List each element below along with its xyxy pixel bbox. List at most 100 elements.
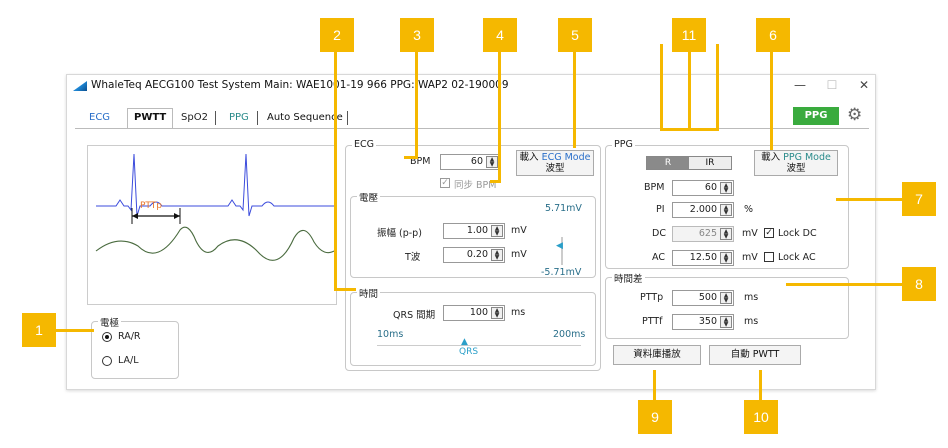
callout-9-leader <box>653 370 656 402</box>
qrs-interval-unit: ms <box>511 307 526 318</box>
callout-3-leader <box>415 44 418 158</box>
toggle-ir[interactable]: IR <box>689 157 731 169</box>
tab-separator <box>257 111 258 125</box>
callout-6-leader <box>770 44 773 150</box>
callout-11: 11 <box>672 18 706 52</box>
spinner-icon[interactable]: ▲ ▼ <box>720 182 732 194</box>
sync-bpm-checkbox[interactable]: ✓ <box>440 178 450 188</box>
spinner-icon[interactable]: ▲ ▼ <box>491 249 503 261</box>
qrs-max-label: 200ms <box>553 329 586 340</box>
ac-label: AC <box>652 252 665 263</box>
tab-spo2[interactable]: SpO2 <box>175 109 214 127</box>
close-button[interactable]: ✕ <box>855 77 873 93</box>
callout-3-leader-h <box>404 156 418 159</box>
callout-1-leader <box>56 329 94 332</box>
callout-9: 9 <box>638 400 672 434</box>
callout-11-leader-right <box>716 44 719 130</box>
dc-unit: mV <box>742 228 758 239</box>
spinner-icon[interactable]: ▲ ▼ <box>720 228 732 240</box>
timing-title: 時間差 <box>612 271 645 285</box>
ppg-group: PPG R IR 載入 PPG Mode 波型 BPM 60 ▲ ▼ PI 2.000… <box>605 139 849 269</box>
amplitude-label: 振幅 (p-p) <box>377 228 422 239</box>
pttf-input[interactable]: 350 ▲ ▼ <box>672 314 734 330</box>
maximize-button[interactable]: ☐ <box>823 77 841 93</box>
qrs-interval-input[interactable]: 100 ▲ ▼ <box>443 305 505 321</box>
callout-2-leader <box>334 44 337 290</box>
tab-ppg[interactable]: PPG <box>223 109 255 127</box>
load-ecg-mode-button[interactable]: 載入 ECG Mode 波型 <box>516 150 594 176</box>
spinner-icon[interactable]: ▲ ▼ <box>491 307 503 319</box>
spinner-icon[interactable]: ▲ ▼ <box>491 225 503 237</box>
lock-ac-checkbox[interactable] <box>764 252 774 262</box>
qrs-slider-thumb-icon[interactable]: ▲ <box>461 337 468 347</box>
gear-icon[interactable]: ⚙ <box>847 106 862 124</box>
tab-pwtt[interactable]: PWTT <box>127 108 174 128</box>
radio-la-l[interactable] <box>102 356 112 366</box>
amplitude-slider-thumb-icon[interactable]: ◀ <box>556 241 563 251</box>
load-ppg-mode-button[interactable]: 載入 PPG Mode 波型 <box>754 150 838 176</box>
spinner-icon[interactable]: ▲ ▼ <box>720 316 732 328</box>
dc-input[interactable]: 625 ▲ ▼ <box>672 226 734 242</box>
radio-ra-r[interactable] <box>102 332 112 342</box>
lock-dc-label: Lock DC <box>778 228 817 239</box>
ppg-bpm-input[interactable]: 60 ▲ ▼ <box>672 180 734 196</box>
qrs-min-label: 10ms <box>377 329 404 340</box>
callout-4-leader-h <box>490 180 501 183</box>
voltage-bottom-scale: -5.71mV <box>541 267 582 278</box>
ecg-bpm-input[interactable]: 60 ▲ ▼ <box>440 154 500 170</box>
spinner-icon[interactable]: ▲ ▼ <box>720 292 732 304</box>
callout-7: 7 <box>902 182 936 216</box>
radio-ra-r-label: RA/R <box>118 331 141 342</box>
callout-4: 4 <box>483 18 517 52</box>
app-window: WhaleTeq AECG100 Test System Main: WAE10… <box>66 74 876 390</box>
whaleteq-logo-icon <box>73 81 87 91</box>
toggle-r[interactable]: R <box>647 157 689 169</box>
pttp-wave-label: PTTp <box>140 201 162 211</box>
minimize-button[interactable]: — <box>791 77 809 93</box>
voltage-top-scale: 5.71mV <box>545 203 582 214</box>
callout-11-leader-left <box>660 44 663 130</box>
ecg-voltage-group: 電壓 5.71mV 振幅 (p-p) 1.00 ▲ ▼ mV ◀ T波 0.20 ▲ ▼… <box>350 190 596 278</box>
lock-dc-checkbox[interactable]: ✓ <box>764 228 774 238</box>
spinner-icon[interactable]: ▲ ▼ <box>720 204 732 216</box>
title-bar: WhaleTeq AECG100 Test System Main: WAE10… <box>67 75 875 97</box>
electrode-title: 電極 <box>98 315 122 329</box>
voltage-title: 電壓 <box>357 190 381 204</box>
pttp-input[interactable]: 500 ▲ ▼ <box>672 290 734 306</box>
ppg-timing-group: 時間差 PTTp 500 ▲ ▼ ms PTTf 350 ▲ ▼ ms <box>605 271 849 339</box>
spinner-icon[interactable]: ▲ ▼ <box>486 156 498 168</box>
pttf-label: PTTf <box>642 316 663 327</box>
amplitude-unit: mV <box>511 225 527 236</box>
r-ir-toggle[interactable]: R IR <box>646 156 732 170</box>
ac-unit: mV <box>742 252 758 263</box>
qrs-slider-track[interactable] <box>377 345 581 346</box>
pttp-label: PTTp <box>640 292 664 303</box>
pttp-arrow-head-left <box>132 213 138 219</box>
pi-input[interactable]: 2.000 ▲ ▼ <box>672 202 734 218</box>
ecg-group: ECG BPM 60 ▲ ▼ 載入 ECG Mode 波型 ✓ 同步 BPM 電壓 5… <box>345 139 601 371</box>
callout-10: 10 <box>744 400 778 434</box>
ac-input[interactable]: 12.50 ▲ ▼ <box>672 250 734 266</box>
amplitude-input[interactable]: 1.00 ▲ ▼ <box>443 223 505 239</box>
tab-separator <box>215 111 216 125</box>
ecg-time-group: 時間 QRS 間期 100 ▲ ▼ ms 10ms 200ms ▲ QRS <box>350 286 596 366</box>
tab-ecg[interactable]: ECG <box>83 109 116 127</box>
spinner-icon[interactable]: ▲ ▼ <box>720 252 732 264</box>
auto-pwtt-button[interactable]: 自動 PWTT <box>709 345 801 365</box>
callout-8: 8 <box>902 267 936 301</box>
radio-la-l-label: LA/L <box>118 355 139 366</box>
time-title: 時間 <box>357 286 381 300</box>
ppg-bpm-label: BPM <box>644 182 665 193</box>
callout-11-leader-stem <box>688 44 691 130</box>
ppg-status-badge[interactable]: PPG <box>793 107 839 125</box>
callout-7-leader <box>836 198 902 201</box>
database-playback-button[interactable]: 資料庫播放 <box>613 345 701 365</box>
t-wave-input[interactable]: 0.20 ▲ ▼ <box>443 247 505 263</box>
ppg-waveform <box>95 226 337 261</box>
callout-3: 3 <box>400 18 434 52</box>
window-title: WhaleTeq AECG100 Test System Main: WAE10… <box>91 79 509 91</box>
tab-separator <box>347 111 348 125</box>
electrode-group: 電極 RA/R LA/L <box>91 315 179 379</box>
ppg-group-title: PPG <box>612 139 635 150</box>
callout-10-leader <box>759 370 762 402</box>
